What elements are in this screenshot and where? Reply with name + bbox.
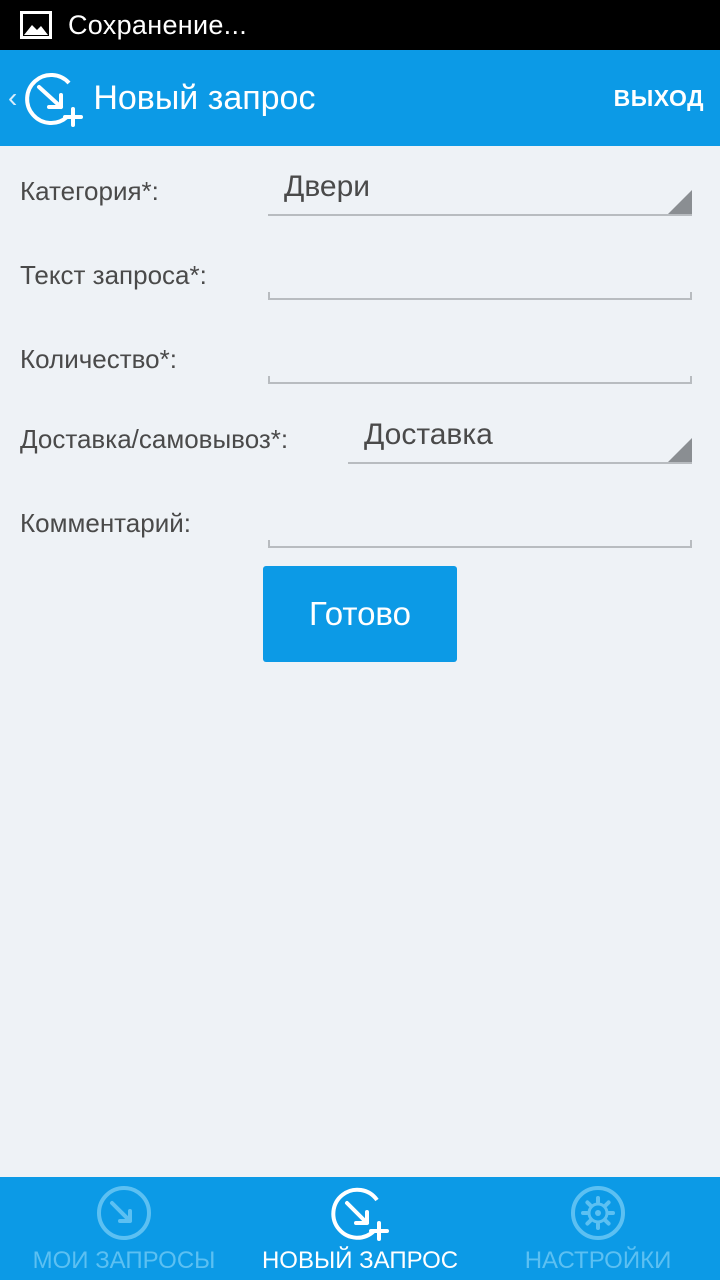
image-icon — [20, 11, 52, 39]
category-value: Двери — [284, 170, 371, 203]
status-text: Сохранение... — [68, 9, 248, 40]
logout-button[interactable]: ВЫХОД — [614, 50, 704, 146]
comment-label: Комментарий: — [20, 508, 191, 538]
quantity-input[interactable] — [268, 338, 692, 384]
status-bar: Сохранение... — [0, 0, 720, 50]
category-label: Категория*: — [20, 176, 159, 206]
nav-item-settings[interactable]: НАСТРОЙКИ — [524, 1177, 672, 1280]
my-requests-icon — [97, 1186, 151, 1240]
request-text-input[interactable] — [268, 254, 692, 300]
nav-item-my-requests[interactable]: МОИ ЗАПРОСЫ — [33, 1177, 215, 1280]
bottom-navigation: МОИ ЗАПРОСЫ НОВЫЙ ЗАПРОС НАСТРОЙКИ — [0, 1177, 720, 1280]
up-navigation-button[interactable]: ‹ Новый запрос — [0, 50, 315, 146]
chevron-left-icon: ‹ — [8, 82, 18, 113]
action-bar: ‹ Новый запрос ВЫХОД — [0, 50, 720, 146]
quantity-label: Количество*: — [20, 344, 177, 374]
dropdown-arrow-icon — [668, 438, 692, 462]
done-button[interactable]: Готово — [263, 566, 457, 662]
nav-label: НАСТРОЙКИ — [524, 1247, 672, 1274]
nav-label: МОИ ЗАПРОСЫ — [32, 1247, 216, 1274]
dropdown-arrow-icon — [668, 190, 692, 214]
delivery-spinner[interactable]: Доставка — [348, 418, 692, 464]
page-title: Новый запрос — [93, 78, 316, 117]
settings-gear-icon — [571, 1186, 625, 1240]
nav-label: НОВЫЙ ЗАПРОС — [261, 1247, 459, 1274]
request-text-label: Текст запроса*: — [20, 260, 207, 290]
new-request-icon — [25, 73, 84, 127]
nav-item-new-request[interactable]: НОВЫЙ ЗАПРОС — [262, 1177, 458, 1280]
delivery-value: Доставка — [364, 418, 493, 451]
new-request-icon — [331, 1187, 389, 1241]
category-spinner[interactable]: Двери — [268, 170, 692, 216]
comment-input[interactable] — [268, 502, 692, 548]
delivery-label: Доставка/самовывоз*: — [20, 424, 289, 454]
